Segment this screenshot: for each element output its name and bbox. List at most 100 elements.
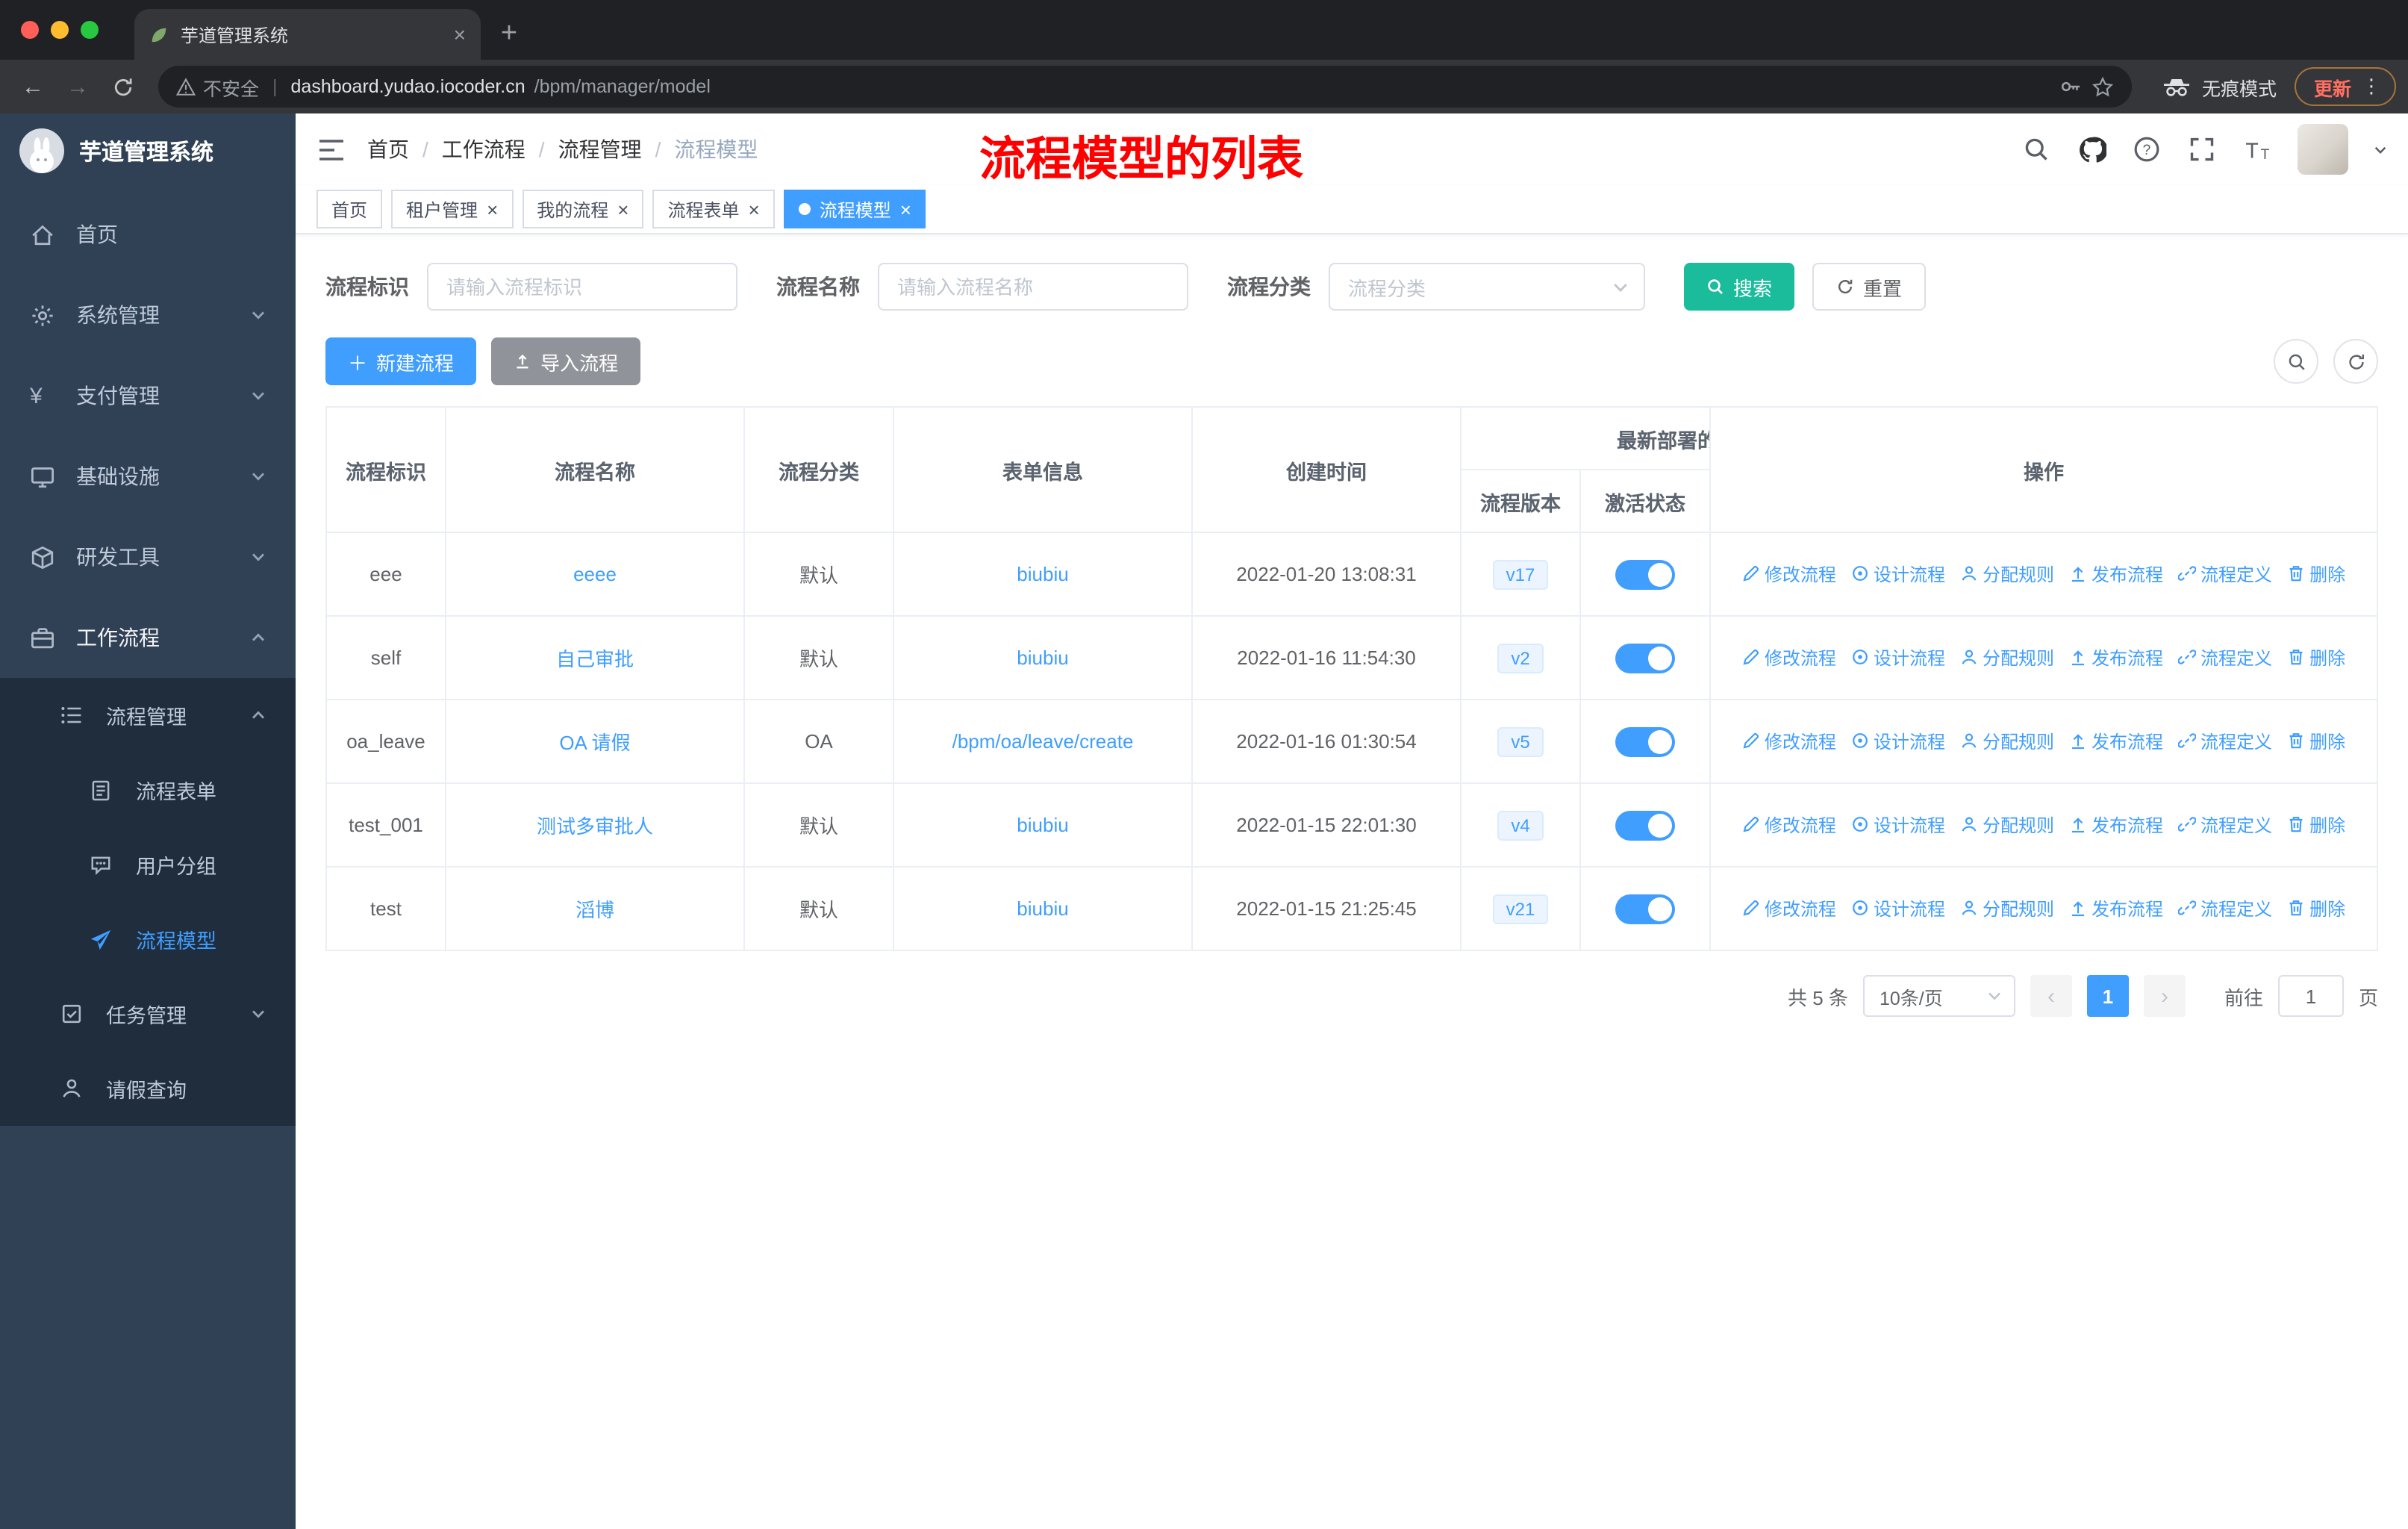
action-design-link[interactable]: 设计流程: [1851, 812, 1945, 838]
address-bar[interactable]: 不安全 | dashboard.yudao.iocoder.cn/bpm/man…: [158, 66, 2132, 108]
password-key-icon[interactable]: [2059, 75, 2083, 99]
new-tab-button[interactable]: +: [487, 12, 531, 57]
action-assign-link[interactable]: 分配规则: [1960, 896, 2054, 921]
action-assign-link[interactable]: 分配规则: [1960, 645, 2054, 670]
browser-tab[interactable]: 芋道管理系统 ×: [134, 9, 481, 60]
sidebar-item-process-form[interactable]: 流程表单: [0, 753, 296, 827]
sidebar-item-infra[interactable]: 基础设施: [0, 436, 296, 517]
action-definition-link[interactable]: 流程定义: [2178, 896, 2272, 921]
search-button[interactable]: 搜索: [1684, 263, 1795, 311]
next-page-button[interactable]: ›: [2143, 975, 2186, 1017]
action-definition-link[interactable]: 流程定义: [2178, 645, 2272, 670]
tag-home[interactable]: 首页: [316, 190, 383, 228]
action-edit-link[interactable]: 修改流程: [1742, 896, 1836, 921]
active-toggle[interactable]: [1615, 559, 1675, 589]
action-definition-link[interactable]: 流程定义: [2178, 812, 2272, 838]
create-process-button[interactable]: ＋ 新建流程: [325, 337, 477, 385]
sidebar-item-process-mgmt[interactable]: 流程管理: [0, 678, 296, 753]
active-toggle[interactable]: [1615, 894, 1675, 924]
row-process-name-link[interactable]: 自己审批: [556, 648, 634, 670]
sidebar-item-task-mgmt[interactable]: 任务管理: [0, 977, 296, 1051]
action-assign-link[interactable]: 分配规则: [1960, 561, 2054, 587]
user-avatar[interactable]: [2298, 124, 2348, 175]
action-edit-link[interactable]: 修改流程: [1742, 812, 1836, 838]
action-design-link[interactable]: 设计流程: [1851, 645, 1945, 670]
action-delete-link[interactable]: 删除: [2287, 896, 2345, 921]
help-icon[interactable]: ?: [2132, 134, 2162, 164]
security-warning-icon[interactable]: 不安全: [176, 72, 259, 101]
action-publish-link[interactable]: 发布流程: [2069, 645, 2163, 670]
action-delete-link[interactable]: 删除: [2287, 645, 2345, 670]
action-definition-link[interactable]: 流程定义: [2178, 561, 2272, 587]
action-delete-link[interactable]: 删除: [2287, 561, 2345, 587]
sidebar-item-workflow[interactable]: 工作流程: [0, 597, 296, 678]
action-edit-link[interactable]: 修改流程: [1742, 645, 1836, 670]
process-name-input[interactable]: [878, 263, 1188, 311]
action-publish-link[interactable]: 发布流程: [2069, 561, 2163, 587]
row-form-link[interactable]: /bpm/oa/leave/create: [952, 730, 1134, 753]
reload-icon[interactable]: [102, 66, 143, 108]
sidebar-item-devtools[interactable]: 研发工具: [0, 517, 296, 597]
active-toggle[interactable]: [1615, 643, 1675, 673]
bookmark-star-icon[interactable]: [2092, 75, 2114, 98]
row-form-link[interactable]: biubiu: [1017, 897, 1068, 920]
sidebar-item-payment[interactable]: ¥ 支付管理: [0, 355, 296, 436]
sidebar-item-system[interactable]: 系统管理: [0, 275, 296, 355]
page-size-select[interactable]: 10条/页: [1862, 975, 2015, 1017]
tab-close-icon[interactable]: ×: [454, 22, 466, 46]
sidebar-item-process-model[interactable]: 流程模型: [0, 902, 296, 977]
breadcrumb-home[interactable]: 首页: [367, 134, 409, 164]
action-assign-link[interactable]: 分配规则: [1960, 812, 2054, 838]
row-form-link[interactable]: biubiu: [1017, 563, 1068, 585]
action-edit-link[interactable]: 修改流程: [1742, 729, 1836, 754]
window-zoom-button[interactable]: [81, 21, 99, 39]
forward-icon[interactable]: →: [57, 66, 99, 108]
action-delete-link[interactable]: 删除: [2287, 729, 2345, 754]
avatar-caret-icon[interactable]: [2374, 143, 2387, 156]
reset-button[interactable]: 重置: [1812, 263, 1927, 311]
close-icon[interactable]: ×: [749, 199, 760, 219]
row-process-name-link[interactable]: eeee: [573, 563, 617, 585]
update-button[interactable]: 更新 ⋮: [2294, 67, 2396, 106]
action-design-link[interactable]: 设计流程: [1851, 561, 1945, 587]
import-process-button[interactable]: 导入流程: [491, 337, 641, 385]
row-process-name-link[interactable]: OA 请假: [559, 732, 630, 754]
tag-process-model[interactable]: 流程模型 ×: [783, 190, 926, 228]
sidebar-item-home[interactable]: 首页: [0, 194, 296, 275]
search-icon[interactable]: [2021, 134, 2051, 164]
close-icon[interactable]: ×: [617, 199, 628, 219]
active-toggle[interactable]: [1615, 726, 1675, 756]
breadcrumb-process-mgmt[interactable]: 流程管理: [558, 134, 642, 164]
row-process-name-link[interactable]: 滔博: [576, 899, 614, 921]
fullscreen-icon[interactable]: [2187, 134, 2217, 164]
font-size-icon[interactable]: TT: [2242, 134, 2272, 164]
action-assign-link[interactable]: 分配规则: [1960, 729, 2054, 754]
back-icon[interactable]: ←: [12, 66, 54, 108]
action-delete-link[interactable]: 删除: [2287, 812, 2345, 838]
row-process-name-link[interactable]: 测试多审批人: [537, 815, 653, 838]
row-form-link[interactable]: biubiu: [1017, 647, 1068, 669]
prev-page-button[interactable]: ‹: [2030, 975, 2072, 1017]
breadcrumb-workflow[interactable]: 工作流程: [442, 134, 525, 164]
current-page-button[interactable]: 1: [2086, 975, 2129, 1017]
toggle-search-button[interactable]: [2274, 339, 2318, 384]
action-publish-link[interactable]: 发布流程: [2069, 729, 2163, 754]
close-icon[interactable]: ×: [487, 199, 498, 219]
tag-my-process[interactable]: 我的流程 ×: [522, 190, 644, 228]
window-close-button[interactable]: [21, 21, 39, 39]
tag-process-form[interactable]: 流程表单 ×: [652, 190, 775, 228]
close-icon[interactable]: ×: [900, 199, 911, 219]
action-definition-link[interactable]: 流程定义: [2178, 729, 2272, 754]
refresh-table-button[interactable]: [2333, 339, 2378, 384]
browser-menu-icon[interactable]: ⋮: [2362, 75, 2381, 99]
active-toggle[interactable]: [1615, 810, 1675, 840]
row-form-link[interactable]: biubiu: [1017, 814, 1068, 836]
sidebar-item-user-group[interactable]: 用户分组: [0, 827, 296, 902]
action-publish-link[interactable]: 发布流程: [2069, 896, 2163, 921]
action-design-link[interactable]: 设计流程: [1851, 896, 1945, 921]
github-icon[interactable]: [2077, 134, 2106, 164]
tag-tenant-mgmt[interactable]: 租户管理 ×: [391, 190, 514, 228]
process-id-input[interactable]: [427, 263, 737, 311]
hamburger-icon[interactable]: [296, 138, 367, 161]
sidebar-item-leave-query[interactable]: 请假查询: [0, 1051, 296, 1126]
